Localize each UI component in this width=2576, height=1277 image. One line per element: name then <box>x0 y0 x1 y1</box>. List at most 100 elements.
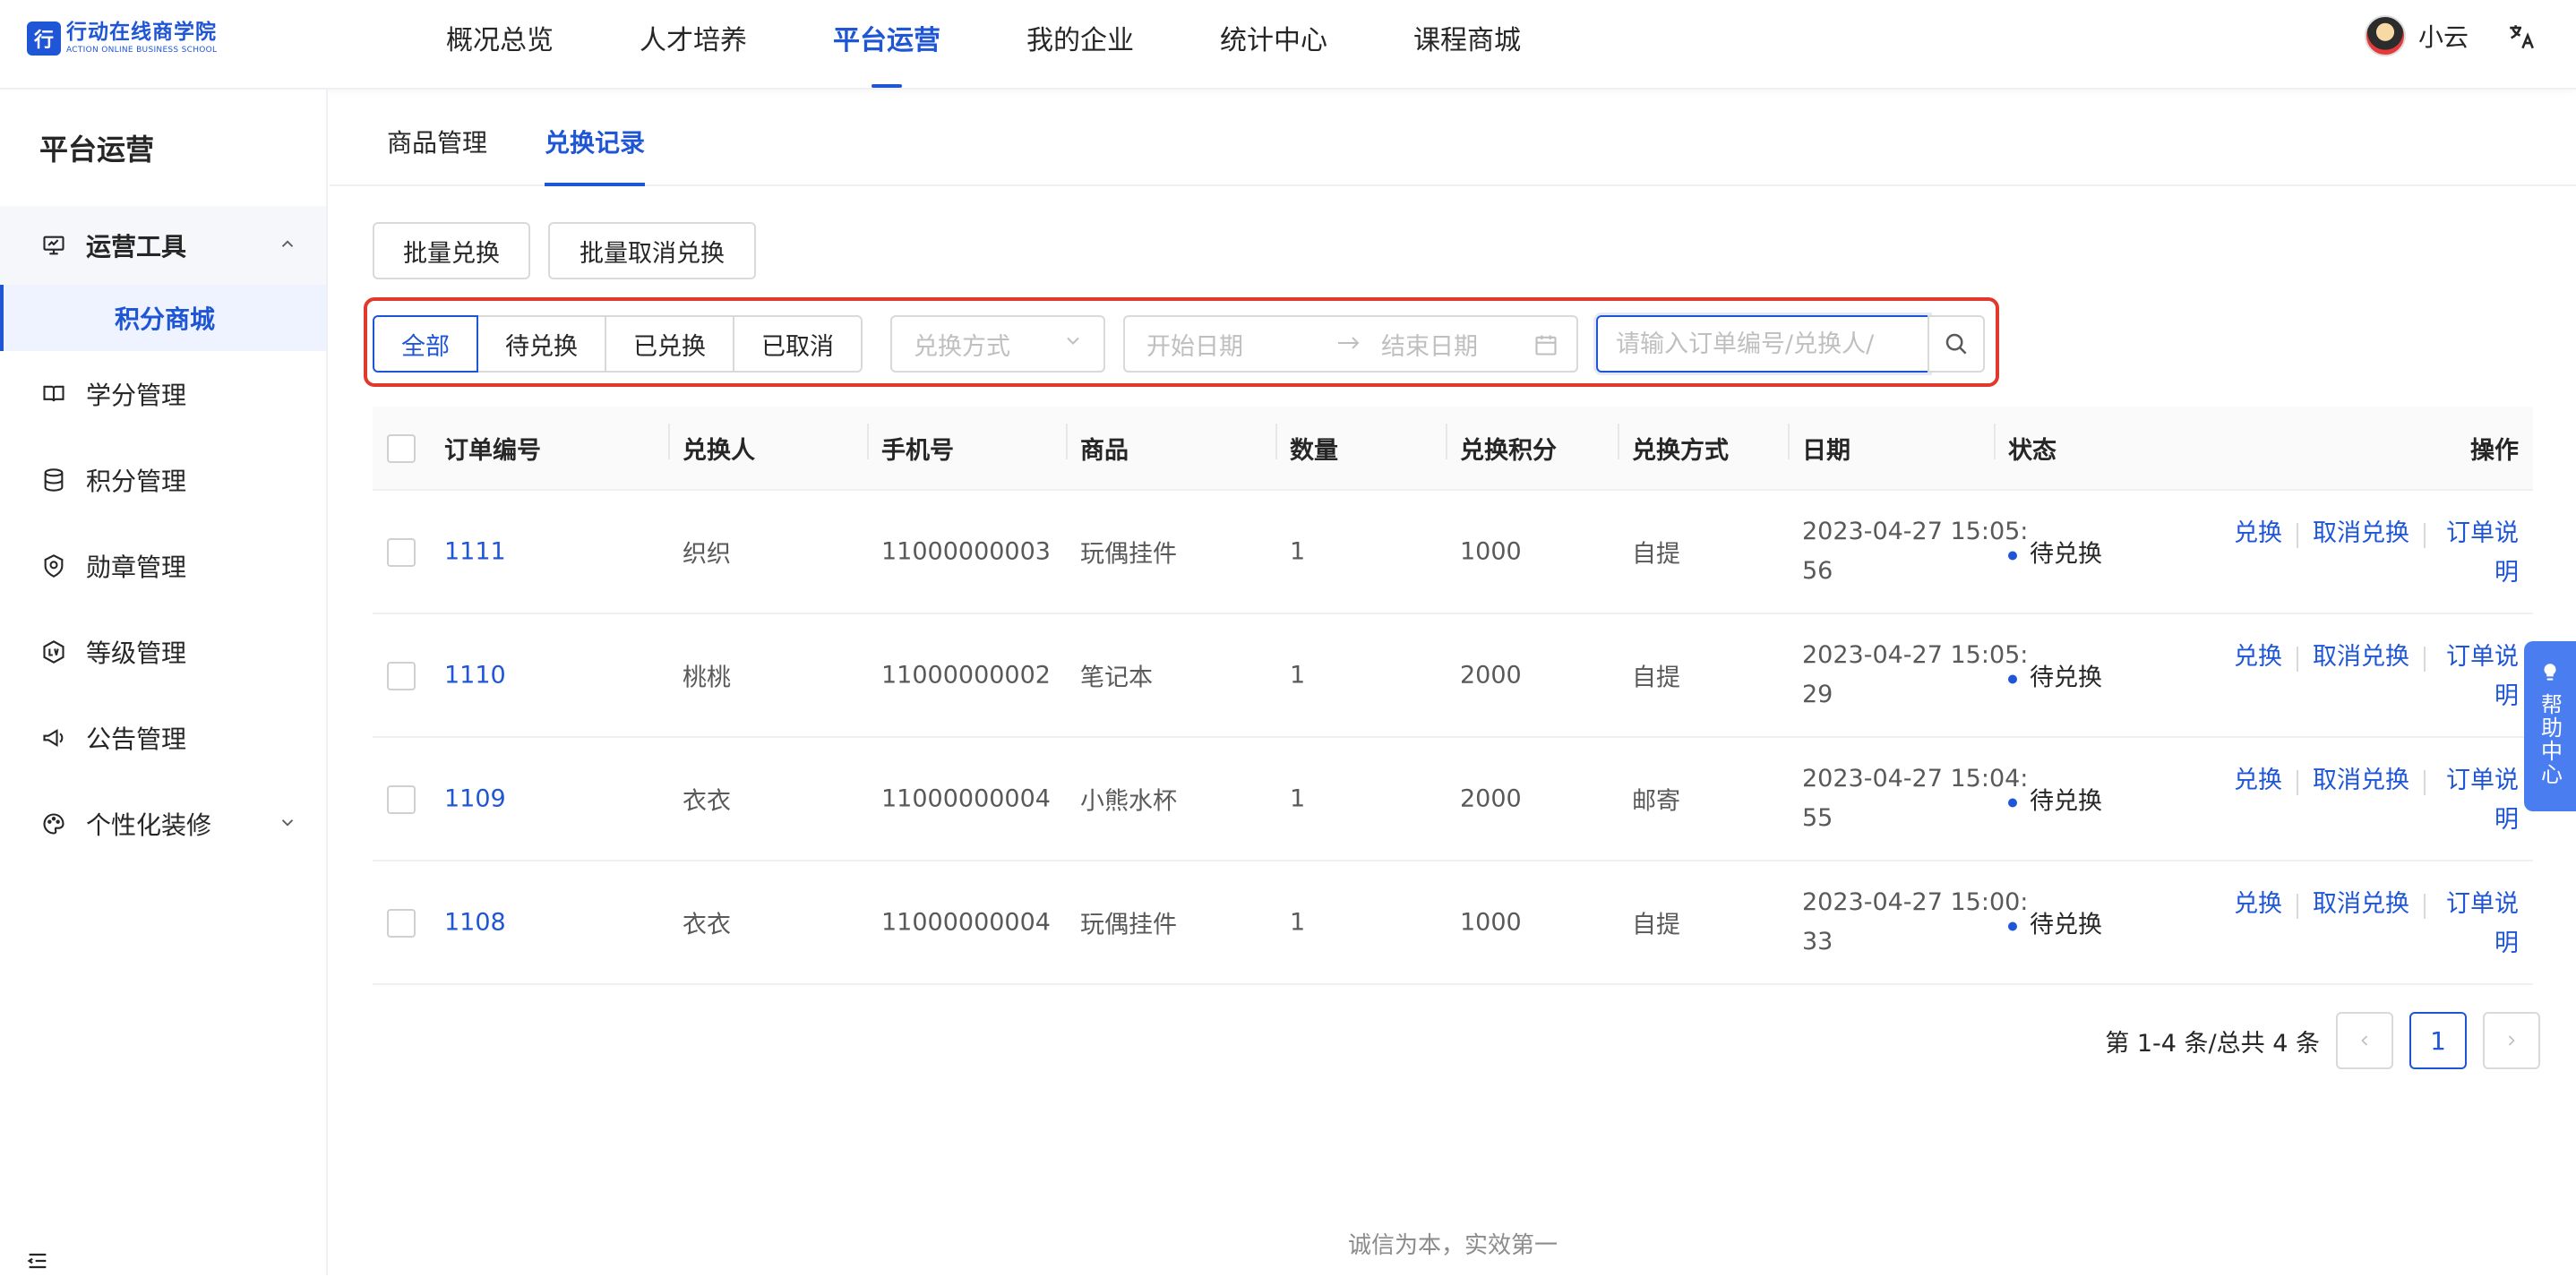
nav-my-company[interactable]: 我的企业 <box>1001 0 1159 90</box>
lightbulb-icon <box>2544 664 2556 681</box>
avatar[interactable] <box>2364 15 2406 56</box>
monitor-icon <box>39 231 68 260</box>
logo-mark: 行 <box>27 21 61 56</box>
date-range-picker[interactable]: 开始日期 结束日期 <box>1123 315 1578 373</box>
col-phone: 手机号 <box>867 423 954 466</box>
exchange-link[interactable]: 兑换 <box>2234 514 2282 553</box>
sidebar-item-customize[interactable]: 个性化装修 <box>0 781 326 867</box>
status-dot-icon <box>2008 921 2017 930</box>
nav-talent[interactable]: 人才培养 <box>614 0 772 90</box>
sidebar-item-credits[interactable]: 学分管理 <box>0 351 326 437</box>
logo-subtext: ACTION ONLINE BUSINESS SCHOOL <box>66 46 218 55</box>
sidebar-item-announcements[interactable]: 公告管理 <box>0 695 326 781</box>
status-filter-exchanged[interactable]: 已兑换 <box>605 315 734 373</box>
row-actions: 兑换 取消兑换 订单说明 <box>2234 638 2519 716</box>
next-page-button[interactable] <box>2483 1012 2540 1069</box>
status-dot-icon <box>2008 551 2017 560</box>
cancel-exchange-link[interactable]: 取消兑换 <box>2313 638 2409 677</box>
order-id-link[interactable]: 1108 <box>444 909 506 937</box>
top-nav: 概况总览 人才培养 平台运营 我的企业 统计中心 课程商城 <box>421 0 1582 90</box>
exchange-method: 自提 <box>1632 664 1680 692</box>
row-actions: 兑换 取消兑换 订单说明 <box>2234 885 2519 964</box>
phone-number: 11000000004 <box>881 784 1051 813</box>
sidebar-item-points-mall[interactable]: 积分商城 <box>0 285 326 351</box>
product-name: 玩偶挂件 <box>1080 540 1177 569</box>
quantity: 1 <box>1290 784 1306 813</box>
sidebar-group-ops-tools[interactable]: 运营工具 <box>0 206 326 285</box>
nav-overview[interactable]: 概况总览 <box>421 0 579 90</box>
row-checkbox[interactable] <box>387 785 416 814</box>
select-all-checkbox[interactable] <box>387 434 416 463</box>
sidebar-item-label: 等级管理 <box>86 638 187 668</box>
row-checkbox[interactable] <box>387 662 416 690</box>
sidebar-item-label: 个性化装修 <box>86 810 212 840</box>
chevron-left-icon <box>2361 1035 2368 1046</box>
user-menu[interactable]: 小云 <box>2364 14 2469 57</box>
tab-exchange-records[interactable]: 兑换记录 <box>545 124 646 186</box>
row-checkbox[interactable] <box>387 538 416 567</box>
exchange-link[interactable]: 兑换 <box>2234 638 2282 677</box>
col-method: 兑换方式 <box>1618 423 1729 466</box>
user-name[interactable]: 小云 <box>2418 18 2469 54</box>
col-product: 商品 <box>1066 423 1129 466</box>
phone-number: 11000000002 <box>881 661 1051 690</box>
help-center-label: 帮助中心 <box>2537 693 2563 786</box>
points: 2000 <box>1460 784 1522 813</box>
end-date-input[interactable]: 结束日期 <box>1381 327 1524 362</box>
tab-product-management[interactable]: 商品管理 <box>387 124 487 159</box>
status-text: 待兑换 <box>2030 540 2102 569</box>
cancel-exchange-link[interactable]: 取消兑换 <box>2313 761 2409 801</box>
logo[interactable]: 行 行动在线商学院 ACTION ONLINE BUSINESS SCHOOL <box>27 20 217 57</box>
sidebar-item-points[interactable]: 积分管理 <box>0 437 326 523</box>
col-status: 状态 <box>1994 423 2057 466</box>
chevron-up-icon <box>278 231 297 261</box>
status-filter-pending[interactable]: 待兑换 <box>477 315 606 373</box>
order-note-link[interactable]: 订单说明 <box>2440 885 2519 964</box>
order-note-link[interactable]: 订单说明 <box>2440 514 2519 593</box>
status-filter-all[interactable]: 全部 <box>373 315 478 373</box>
main-content: 商品管理 兑换记录 批量兑换 批量取消兑换 全部 待兑换 已兑换 已取消 兑换方… <box>330 90 2576 1275</box>
help-center-button[interactable]: 帮助中心 <box>2524 641 2576 811</box>
batch-exchange-button[interactable]: 批量兑换 <box>373 222 530 279</box>
sidebar-item-medals[interactable]: 勋章管理 <box>0 523 326 609</box>
date-line: 2023-04-27 15:04: <box>1802 765 2029 793</box>
product-name: 玩偶挂件 <box>1080 911 1177 939</box>
exchange-link[interactable]: 兑换 <box>2234 885 2282 924</box>
start-date-input[interactable]: 开始日期 <box>1146 327 1326 362</box>
sidebar-item-levels[interactable]: 等级管理 <box>0 609 326 695</box>
status-filter-cancelled[interactable]: 已取消 <box>733 315 863 373</box>
date-line: 2023-04-27 15:00: <box>1802 888 2029 916</box>
status-badge: 待兑换 <box>2008 535 2102 570</box>
status-filter: 全部 待兑换 已兑换 已取消 <box>373 315 863 373</box>
col-actions: 操作 <box>2470 436 2519 465</box>
sidebar-item-label: 勋章管理 <box>86 553 187 582</box>
order-id-link[interactable]: 1110 <box>444 662 506 690</box>
exchange-method-select[interactable]: 兑换方式 <box>890 315 1105 373</box>
order-id-link[interactable]: 1111 <box>444 538 506 566</box>
cancel-exchange-link[interactable]: 取消兑换 <box>2313 514 2409 553</box>
row-actions: 兑换 取消兑换 订单说明 <box>2234 514 2519 593</box>
search-input[interactable] <box>1596 315 1929 373</box>
row-checkbox[interactable] <box>387 909 416 938</box>
collapse-sidebar-icon[interactable] <box>25 1248 52 1275</box>
order-id-link[interactable]: 1109 <box>444 785 506 813</box>
prev-page-button[interactable] <box>2336 1012 2393 1069</box>
order-note-link[interactable]: 订单说明 <box>2440 761 2519 840</box>
tab-bar: 商品管理 兑换记录 <box>330 90 2576 186</box>
page-1-button[interactable]: 1 <box>2409 1012 2467 1069</box>
nav-stats[interactable]: 统计中心 <box>1195 0 1352 90</box>
translate-icon[interactable] <box>2501 16 2542 57</box>
nav-course-mall[interactable]: 课程商城 <box>1388 0 1546 90</box>
quantity: 1 <box>1290 661 1306 690</box>
nav-platform-ops[interactable]: 平台运营 <box>808 0 966 90</box>
order-note-link[interactable]: 订单说明 <box>2440 638 2519 716</box>
date-line: 33 <box>1802 928 1833 956</box>
megaphone-icon <box>39 724 68 752</box>
status-badge: 待兑换 <box>2008 658 2102 693</box>
cancel-exchange-link[interactable]: 取消兑换 <box>2313 885 2409 924</box>
sidebar-menu: 运营工具 积分商城 学分管理 积分管理 勋章管理 等级管理 公告管理 个性化装修 <box>0 206 326 867</box>
col-date: 日期 <box>1788 423 1850 466</box>
batch-cancel-exchange-button[interactable]: 批量取消兑换 <box>548 222 756 279</box>
exchange-link[interactable]: 兑换 <box>2234 761 2282 801</box>
search-button[interactable] <box>1928 315 1985 373</box>
